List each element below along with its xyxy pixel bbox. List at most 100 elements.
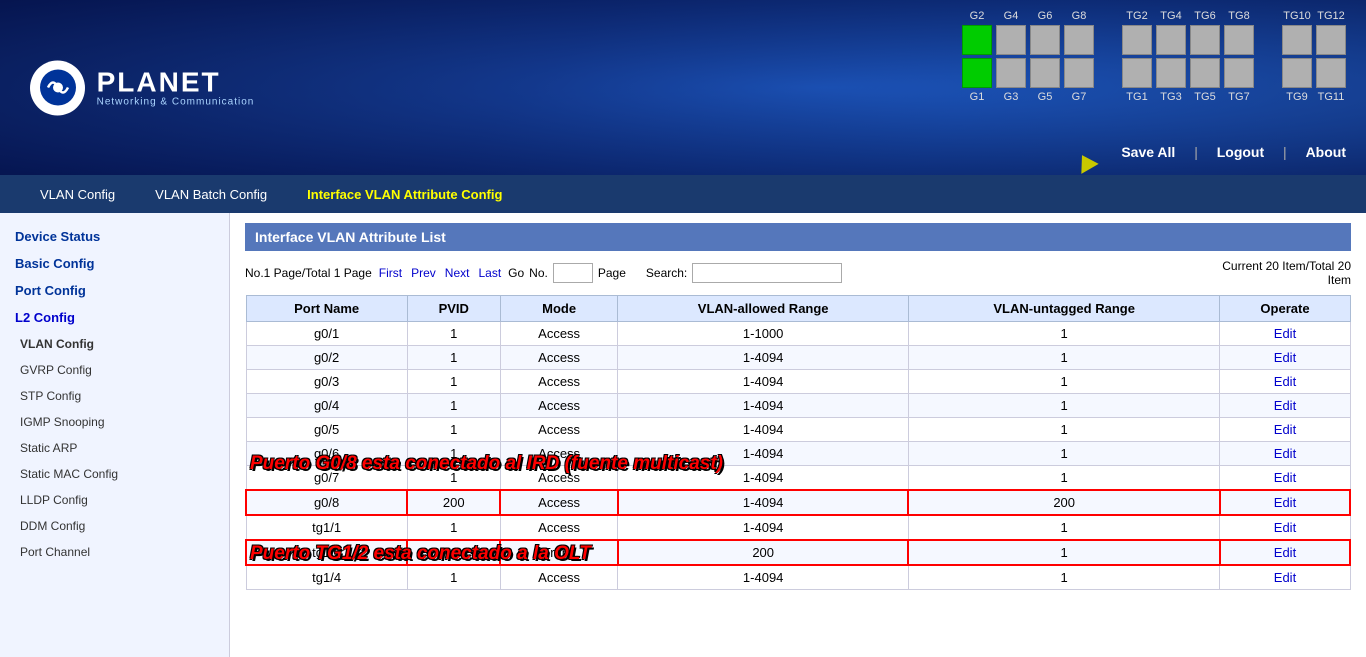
next-page-link[interactable]: Next <box>445 266 470 280</box>
cell-pvid: 1 <box>407 565 500 590</box>
nav-vlan-config[interactable]: VLAN Config <box>20 179 135 210</box>
go-label: Go <box>508 266 524 280</box>
header: PLANET Networking & Communication G2 G4 … <box>0 0 1366 175</box>
port-TG8[interactable] <box>1224 25 1254 55</box>
port-TG5[interactable] <box>1190 58 1220 88</box>
cell-operate: Edit <box>1220 394 1350 418</box>
cell-untagged: 1 <box>908 466 1220 491</box>
edit-link[interactable]: Edit <box>1274 520 1296 535</box>
sidebar-item-vlan-config[interactable]: VLAN Config <box>0 331 229 357</box>
cell-port: g0/6 <box>246 442 407 466</box>
cell-pvid: 1 <box>407 418 500 442</box>
search-input[interactable] <box>692 263 842 283</box>
sidebar-item-static-arp[interactable]: Static ARP <box>0 435 229 461</box>
content-area: Interface VLAN Attribute List No.1 Page/… <box>230 213 1366 657</box>
edit-link[interactable]: Edit <box>1274 326 1296 341</box>
col-port-name: Port Name <box>246 296 407 322</box>
logo-text: PLANET Networking & Communication <box>97 68 255 107</box>
cell-mode: Access <box>500 490 618 515</box>
port-TG12[interactable] <box>1316 25 1346 55</box>
sidebar-item-l2-config[interactable]: L2 Config <box>0 304 229 331</box>
port-TG11[interactable] <box>1316 58 1346 88</box>
port-TG7[interactable] <box>1224 58 1254 88</box>
port-G5[interactable] <box>1030 58 1060 88</box>
cell-untagged: 1 <box>908 442 1220 466</box>
sidebar: Device Status Basic Config Port Config L… <box>0 213 230 657</box>
edit-link[interactable]: Edit <box>1274 495 1296 510</box>
cell-port: tg1/4 <box>246 565 407 590</box>
cell-untagged: 1 <box>908 418 1220 442</box>
cell-allowed: 1-1000 <box>618 322 908 346</box>
table-row: g0/31Access1-40941Edit <box>246 370 1350 394</box>
cell-mode: Access <box>500 370 618 394</box>
sidebar-item-port-config[interactable]: Port Config <box>0 277 229 304</box>
vlan-table: Port Name PVID Mode VLAN-allowed Range V… <box>245 295 1351 590</box>
last-page-link[interactable]: Last <box>478 266 501 280</box>
current-info: Current 20 Item/Total 20 Item <box>1222 259 1351 287</box>
table-row: g0/21Access1-40941Edit <box>246 346 1350 370</box>
cell-allowed: 1-4094 <box>618 490 908 515</box>
port-TG3[interactable] <box>1156 58 1186 88</box>
page-label: Page <box>598 266 626 280</box>
cell-untagged: 1 <box>908 346 1220 370</box>
sidebar-item-stp-config[interactable]: STP Config <box>0 383 229 409</box>
sidebar-item-ddm-config[interactable]: DDM Config <box>0 513 229 539</box>
sidebar-item-igmp-snooping[interactable]: IGMP Snooping <box>0 409 229 435</box>
table-row: g0/8200Access1-4094200Edit <box>246 490 1350 515</box>
col-mode: Mode <box>500 296 618 322</box>
port-TG9[interactable] <box>1282 58 1312 88</box>
port-top-row <box>962 25 1346 55</box>
cell-allowed: 1-4094 <box>618 418 908 442</box>
port-G1[interactable] <box>962 58 992 88</box>
cell-mode: Access <box>500 515 618 540</box>
cell-untagged: 1 <box>908 370 1220 394</box>
sidebar-item-static-mac[interactable]: Static MAC Config <box>0 461 229 487</box>
sidebar-item-gvrp-config[interactable]: GVRP Config <box>0 357 229 383</box>
port-G6[interactable] <box>1030 25 1060 55</box>
port-TG10[interactable] <box>1282 25 1312 55</box>
port-TG2[interactable] <box>1122 25 1152 55</box>
port-TG4[interactable] <box>1156 25 1186 55</box>
cell-untagged: 1 <box>908 565 1220 590</box>
logout-link[interactable]: Logout <box>1217 144 1264 160</box>
cell-operate: Edit <box>1220 370 1350 394</box>
cell-port: g0/4 <box>246 394 407 418</box>
edit-link[interactable]: Edit <box>1274 422 1296 437</box>
cell-operate: Edit <box>1220 540 1350 565</box>
cell-mode: Access <box>500 442 618 466</box>
port-G4[interactable] <box>996 25 1026 55</box>
edit-link[interactable]: Edit <box>1274 398 1296 413</box>
sidebar-item-lldp-config[interactable]: LLDP Config <box>0 487 229 513</box>
cell-allowed: 1-4094 <box>618 515 908 540</box>
cell-untagged: 200 <box>908 490 1220 515</box>
save-all-link[interactable]: Save All <box>1121 144 1175 160</box>
cell-port: tg1/1 <box>246 515 407 540</box>
edit-link[interactable]: Edit <box>1274 446 1296 461</box>
edit-link[interactable]: Edit <box>1274 470 1296 485</box>
about-link[interactable]: About <box>1306 144 1346 160</box>
port-G8[interactable] <box>1064 25 1094 55</box>
port-TG6[interactable] <box>1190 25 1220 55</box>
edit-link[interactable]: Edit <box>1274 350 1296 365</box>
prev-page-link[interactable]: Prev <box>411 266 436 280</box>
port-G2[interactable] <box>962 25 992 55</box>
edit-link[interactable]: Edit <box>1274 570 1296 585</box>
sidebar-item-port-channel[interactable]: Port Channel <box>0 539 229 565</box>
table-row: g0/11Access1-10001Edit <box>246 322 1350 346</box>
sidebar-item-device-status[interactable]: Device Status <box>0 223 229 250</box>
port-G7[interactable] <box>1064 58 1094 88</box>
cell-operate: Edit <box>1220 442 1350 466</box>
first-page-link[interactable]: First <box>379 266 402 280</box>
nav-vlan-batch-config[interactable]: VLAN Batch Config <box>135 179 287 210</box>
nav-interface-vlan-attr[interactable]: Interface VLAN Attribute Config <box>287 179 522 210</box>
cell-allowed: 1-4094 <box>618 346 908 370</box>
edit-link[interactable]: Edit <box>1274 545 1296 560</box>
sidebar-item-basic-config[interactable]: Basic Config <box>0 250 229 277</box>
port-TG1[interactable] <box>1122 58 1152 88</box>
brand-subtitle: Networking & Communication <box>97 96 255 107</box>
cell-pvid: 1 <box>407 394 500 418</box>
edit-link[interactable]: Edit <box>1274 374 1296 389</box>
page-number-input[interactable] <box>553 263 593 283</box>
table-row: tg1/11Access1-40941Edit <box>246 515 1350 540</box>
port-G3[interactable] <box>996 58 1026 88</box>
